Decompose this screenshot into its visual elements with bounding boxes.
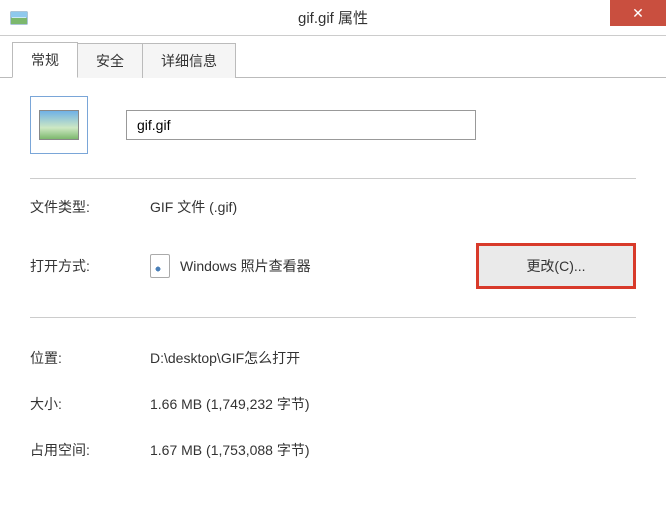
tab-details[interactable]: 详细信息	[143, 43, 236, 78]
value-size: 1.66 MB (1,749,232 字节)	[150, 394, 636, 414]
properties-panel: 文件类型: GIF 文件 (.gif) 打开方式: Windows 照片查看器 …	[0, 78, 666, 460]
value-open-with: Windows 照片查看器	[180, 256, 311, 276]
tab-security[interactable]: 安全	[78, 43, 143, 78]
label-size: 大小:	[30, 394, 150, 414]
value-file-type: GIF 文件 (.gif)	[150, 197, 636, 217]
change-button[interactable]: 更改(C)...	[476, 243, 636, 289]
close-button[interactable]: ✕	[610, 0, 666, 26]
tab-general[interactable]: 常规	[12, 42, 78, 78]
tabs: 常规 安全 详细信息	[0, 44, 666, 78]
open-with-row: Windows 照片查看器	[150, 254, 476, 278]
label-size-on-disk: 占用空间:	[30, 440, 150, 460]
value-location: D:\desktop\GIF怎么打开	[150, 348, 636, 368]
value-size-on-disk: 1.67 MB (1,753,088 字节)	[150, 440, 636, 460]
filename-input[interactable]	[126, 110, 476, 140]
properties-grid-1: 文件类型: GIF 文件 (.gif) 打开方式: Windows 照片查看器 …	[30, 197, 636, 320]
window-title: gif.gif 属性	[298, 7, 368, 28]
label-open-with: 打开方式:	[30, 256, 150, 276]
file-header	[30, 96, 636, 179]
image-icon	[39, 110, 79, 140]
label-file-type: 文件类型:	[30, 197, 150, 217]
properties-grid-2: 位置: D:\desktop\GIF怎么打开 大小: 1.66 MB (1,74…	[30, 338, 636, 460]
photo-viewer-icon	[150, 254, 170, 278]
app-icon	[10, 9, 28, 27]
label-location: 位置:	[30, 348, 150, 368]
titlebar: gif.gif 属性 ✕	[0, 0, 666, 36]
divider	[30, 317, 636, 318]
close-icon: ✕	[632, 5, 644, 22]
file-icon	[30, 96, 88, 154]
